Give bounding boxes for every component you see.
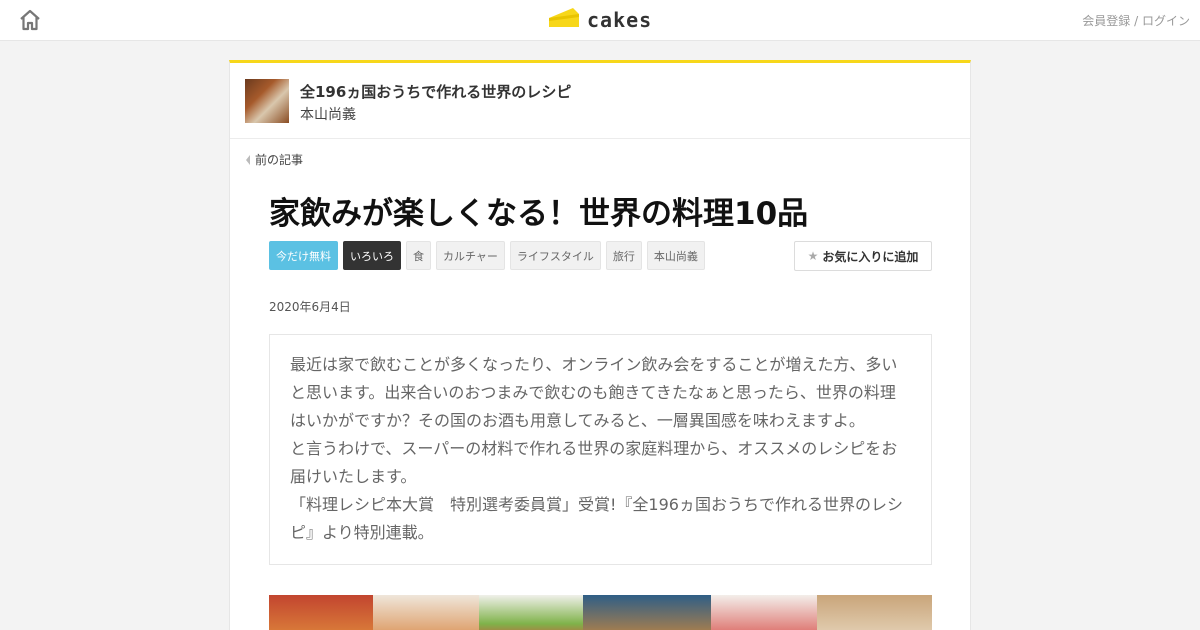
home-icon[interactable] — [18, 8, 42, 32]
signup-link[interactable]: 会員登録 — [1082, 14, 1130, 28]
publish-date: 2020年6月4日 — [269, 300, 351, 314]
hero-image — [269, 595, 932, 630]
chevron-left-icon — [246, 155, 250, 165]
tag-culture[interactable]: カルチャー — [436, 241, 505, 270]
add-favorite-label: お気に入りに追加 — [822, 249, 919, 264]
tag-category[interactable]: いろいろ — [343, 241, 401, 270]
auth-separator: / — [1130, 14, 1142, 28]
star-icon: ★ — [807, 249, 819, 263]
prev-article-link[interactable]: 前の記事 — [246, 151, 303, 168]
article-card: 全196ヵ国おうちで作れる世界のレシピ 本山尚義 前の記事 家飲みが楽しくなる！… — [229, 60, 971, 630]
lead-paragraph: 最近は家で飲むことが多くなったり、オンライン飲み会をすることが増えた方、多いと思… — [290, 355, 898, 430]
prev-article-label: 前の記事 — [255, 153, 304, 167]
series-header[interactable]: 全196ヵ国おうちで作れる世界のレシピ 本山尚義 — [230, 63, 970, 139]
tag-lifestyle[interactable]: ライフスタイル — [509, 241, 601, 270]
add-favorite-button[interactable]: ★ お気に入りに追加 — [794, 241, 932, 271]
series-thumbnail[interactable] — [245, 79, 289, 123]
logo-text: cakes — [587, 8, 653, 32]
auth-links: 会員登録 / ログイン — [1082, 12, 1190, 29]
cake-logo-icon — [547, 5, 581, 35]
lead-paragraph: 「料理レシピ本大賞 特別選考委員賞」受賞!『全196ヵ国おうちで作れる世界のレシ… — [290, 495, 903, 542]
series-title[interactable]: 全196ヵ国おうちで作れる世界のレシピ — [300, 81, 571, 102]
lead-box: 最近は家で飲むことが多くなったり、オンライン飲み会をすることが増えた方、多いと思… — [269, 334, 932, 565]
tag-free[interactable]: 今だけ無料 — [269, 241, 338, 270]
site-logo[interactable]: cakes — [547, 6, 652, 34]
tag-author[interactable]: 本山尚義 — [646, 241, 705, 270]
lead-paragraph: と言うわけで、スーパーの材料で作れる世界の家庭料理から、オススメのレシピをお届け… — [290, 439, 898, 486]
login-link[interactable]: ログイン — [1142, 14, 1190, 28]
top-bar: cakes 会員登録 / ログイン — [0, 0, 1200, 41]
series-author[interactable]: 本山尚義 — [300, 104, 356, 124]
tag-travel[interactable]: 旅行 — [605, 241, 642, 270]
tag-list: 今だけ無料 いろいろ 食 カルチャー ライフスタイル 旅行 本山尚義 — [269, 241, 705, 270]
article-title: 家飲みが楽しくなる！世界の料理10品 — [269, 196, 809, 232]
tag-food[interactable]: 食 — [406, 241, 431, 270]
